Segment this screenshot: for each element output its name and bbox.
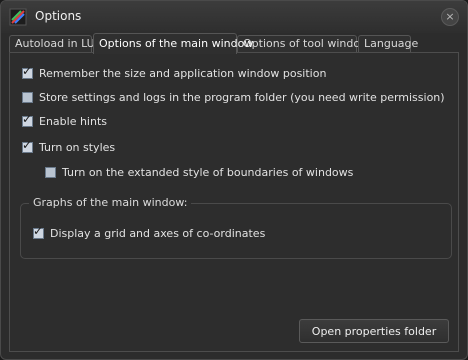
options-window: Options × Autoload in LUT Options of the… [0, 0, 468, 360]
app-icon [9, 8, 27, 26]
option-enable-hints[interactable]: ✓ Enable hints [22, 112, 108, 128]
title-bar: Options × [1, 1, 467, 33]
close-button[interactable]: × [441, 8, 459, 26]
display-grid-label: Display a grid and axes of co-ordinates [50, 227, 266, 240]
extended-style-checkbox[interactable] [45, 167, 56, 178]
close-icon: × [445, 10, 455, 23]
store-settings-checkbox[interactable] [22, 92, 33, 103]
option-turn-on-styles[interactable]: ✓ Turn on styles [22, 138, 116, 154]
checkmark-icon: ✓ [22, 112, 33, 126]
remember-size-label: Remember the size and application window… [39, 67, 327, 80]
enable-hints-label: Enable hints [39, 115, 108, 128]
tab-bar: Autoload in LUT Options of the main wind… [9, 33, 459, 54]
remember-size-checkbox[interactable]: ✓ [22, 64, 33, 79]
open-properties-folder-button[interactable]: Open properties folder [299, 319, 449, 343]
option-store-settings[interactable]: Store settings and logs in the program f… [22, 91, 445, 104]
store-settings-label: Store settings and logs in the program f… [39, 91, 445, 104]
checkmark-icon: ✓ [33, 224, 44, 238]
tab-language[interactable]: Language [358, 35, 418, 52]
display-grid-checkbox[interactable]: ✓ [33, 224, 44, 239]
option-extended-style[interactable]: Turn on the extanded style of boundaries… [45, 166, 353, 179]
turn-on-styles-label: Turn on styles [39, 141, 116, 154]
tab-options-tool-windows[interactable]: Options of tool windows [237, 35, 375, 52]
turn-on-styles-checkbox[interactable]: ✓ [22, 138, 33, 153]
tab-options-main-window[interactable]: Options of the main window [93, 33, 253, 54]
extended-style-label: Turn on the extanded style of boundaries… [62, 166, 354, 179]
options-panel: ✓ Remember the size and application wind… [9, 52, 459, 352]
graphs-group: Graphs of the main window: ✓ Display a g… [20, 196, 452, 259]
graphs-group-title: Graphs of the main window: [29, 196, 192, 209]
window-title: Options [35, 9, 82, 23]
checkmark-icon: ✓ [22, 138, 33, 152]
option-display-grid[interactable]: ✓ Display a grid and axes of co-ordinate… [33, 224, 266, 240]
enable-hints-checkbox[interactable]: ✓ [22, 112, 33, 127]
tab-autoload-in-lut[interactable]: Autoload in LUT [9, 35, 101, 52]
checkmark-icon: ✓ [22, 64, 33, 78]
option-remember-size[interactable]: ✓ Remember the size and application wind… [22, 64, 327, 80]
